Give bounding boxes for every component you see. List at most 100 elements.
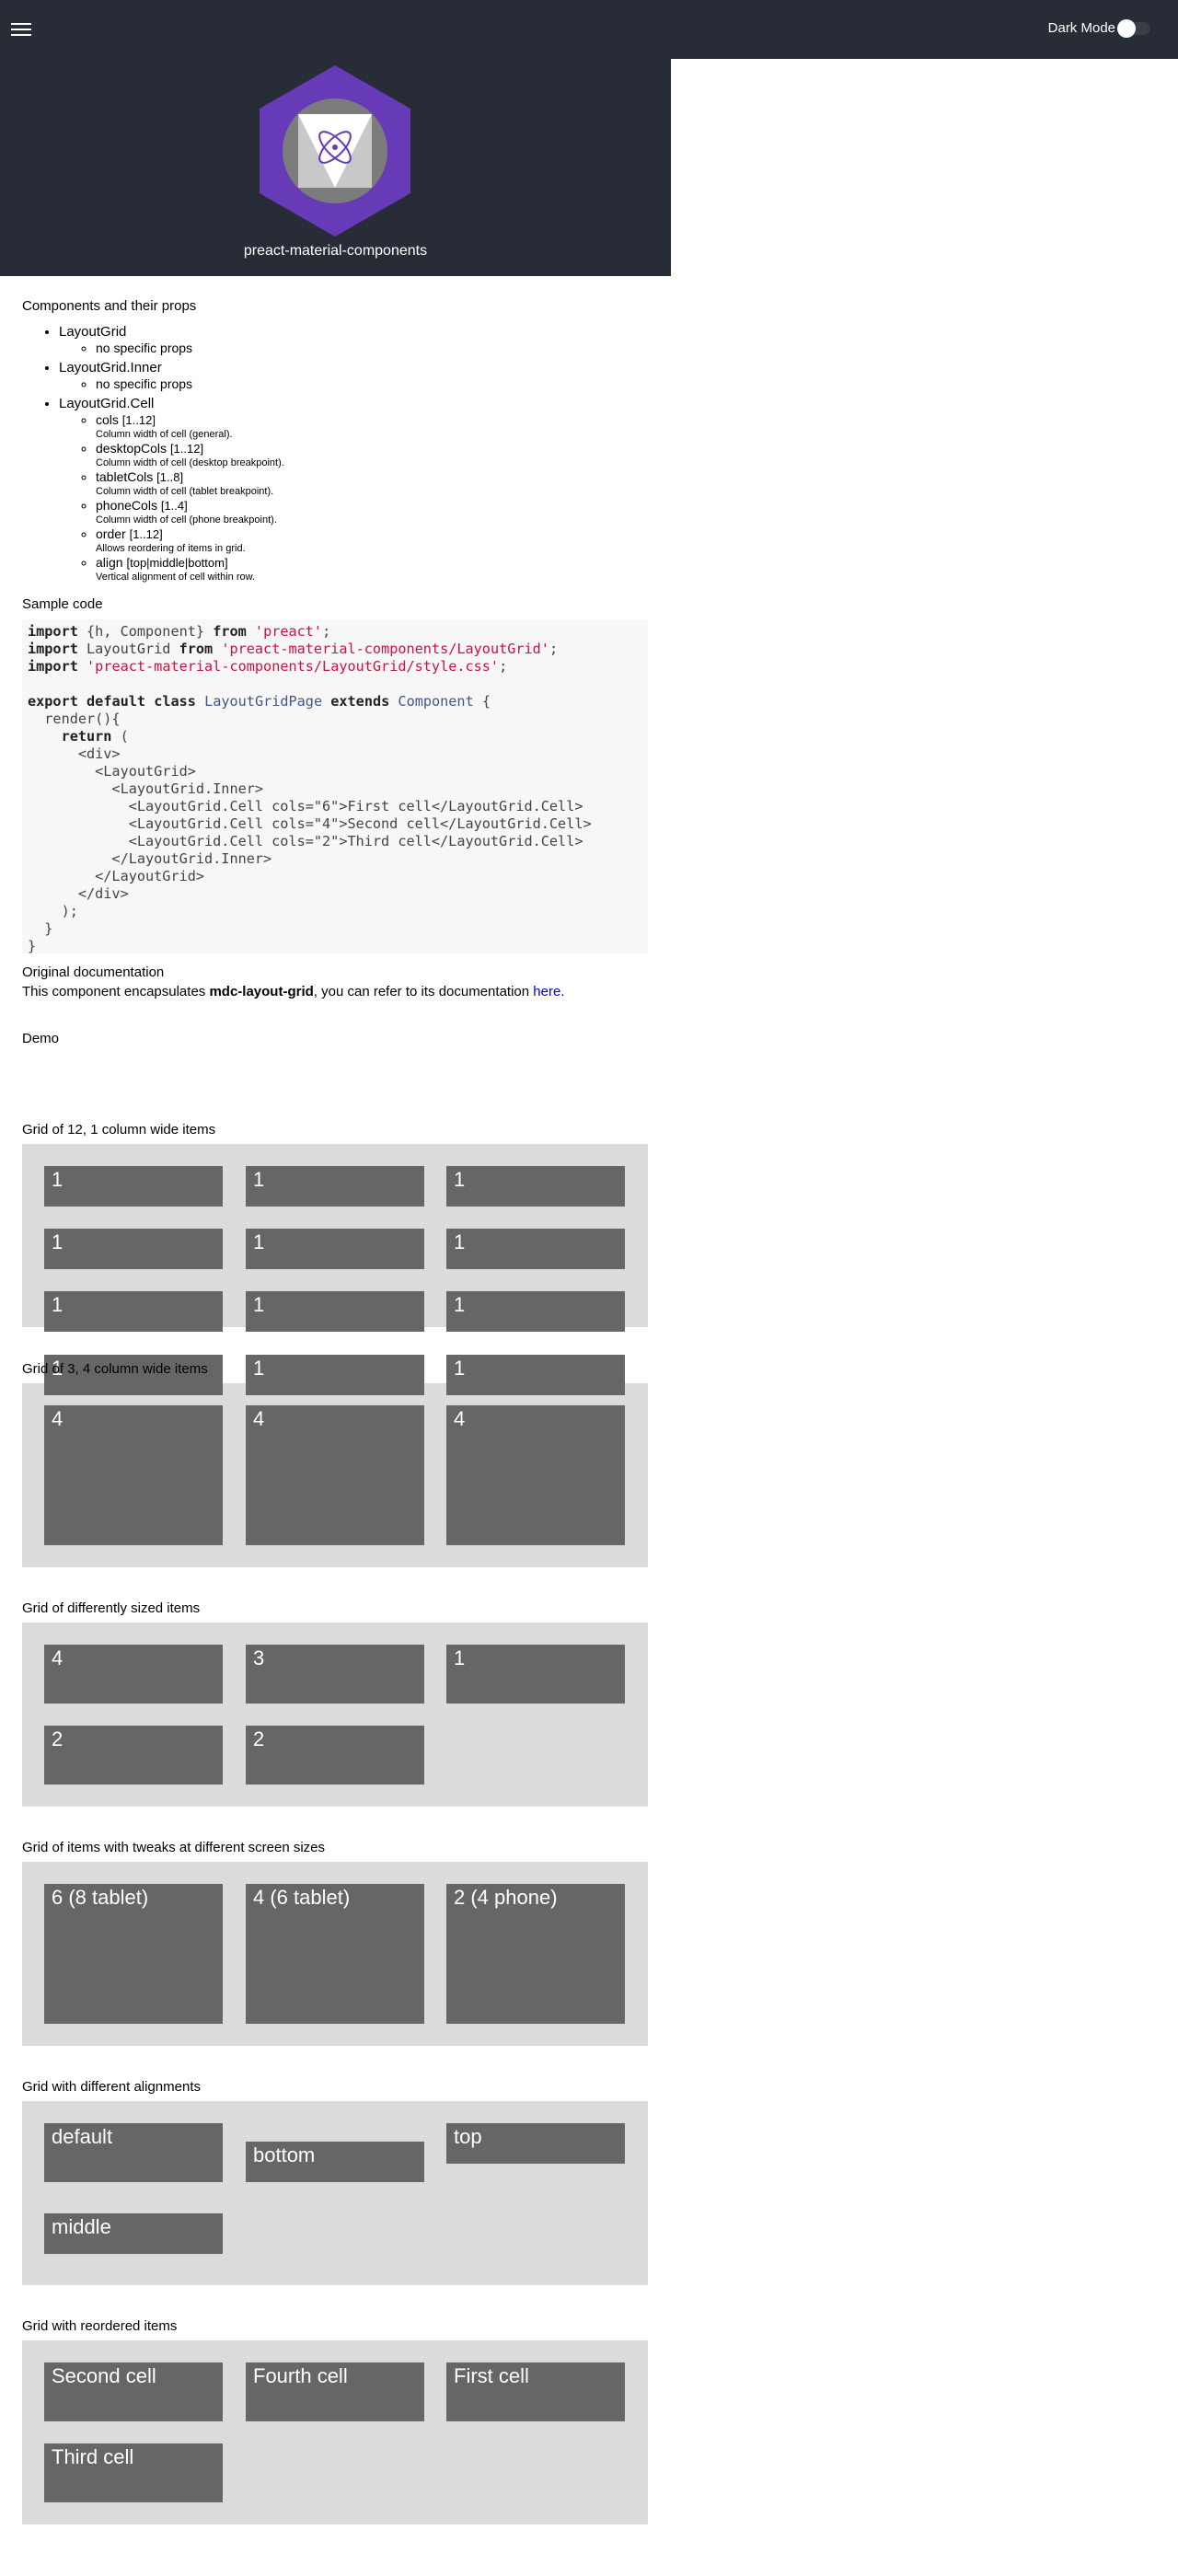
grid-cell: top: [446, 2123, 625, 2164]
code-line: export default class LayoutGridPage exte…: [28, 693, 491, 710]
code-line: <LayoutGrid.Inner>: [28, 780, 264, 797]
prop-item: cols [1..12] Column width of cell (genera…: [96, 412, 648, 441]
grid-cell: 1: [446, 1355, 625, 1395]
code-line: <LayoutGrid.Cell cols="2">Third cell</La…: [28, 833, 583, 849]
prop-item: phoneCols [1..4]Column width of cell (ph…: [96, 498, 648, 526]
grid-label: Grid of 12, 1 column wide items: [22, 1122, 216, 1138]
code-line: import {h, Component} from 'preact';: [28, 623, 331, 640]
top-app-bar: Dark Mode: [0, 0, 1178, 59]
prop-item: desktopCols [1..12]Column width of cell …: [96, 441, 648, 469]
prop-range: [1..12]: [129, 527, 163, 541]
list-item: LayoutGrid.Cell cols [1..12]Column width…: [59, 395, 648, 583]
prop-name: tabletCols: [96, 469, 154, 484]
grid-cell: 1: [446, 1291, 625, 1332]
doc-end: .: [560, 984, 565, 999]
grid-cell: 1: [246, 1291, 424, 1332]
code-line: import 'preact-material-components/Layou…: [28, 658, 508, 675]
doc-text-before: This component encapsulates: [22, 984, 210, 999]
code-line: <LayoutGrid.Cell cols="4">Second cell</L…: [28, 815, 592, 832]
grid-label: Grid with different alignments: [22, 2079, 201, 2095]
doc-bold: mdc-layout-grid: [209, 984, 314, 999]
list-item: LayoutGrid.Inner no specific props: [59, 359, 648, 392]
grid-cell: 4: [44, 1645, 223, 1704]
code-line: import LayoutGrid from 'preact-material-…: [28, 641, 559, 657]
grid-cell: Fourth cell: [246, 2362, 424, 2421]
prop-name: order: [96, 526, 126, 541]
grid-cell: 3: [246, 1645, 424, 1704]
switch-knob[interactable]: [1117, 19, 1136, 38]
grid-cell: 1: [44, 1229, 223, 1269]
grid-cell: 1: [246, 1166, 424, 1207]
preact-material-logo-icon: [260, 65, 410, 237]
dark-mode-switch[interactable]: [1117, 19, 1150, 38]
grid-cell: Third cell: [44, 2443, 223, 2502]
component-name: LayoutGrid.Cell: [59, 396, 155, 411]
prop-description: Allows reordering of items in grid.: [96, 543, 246, 554]
list-item: no specific props: [96, 376, 648, 392]
list-item: no specific props: [96, 341, 648, 356]
prop-item: align [top|middle|bottom] Vertical alignm…: [96, 555, 648, 583]
prop-description: Column width of cell (general).: [96, 429, 233, 440]
main-content: Components and their props LayoutGrid no…: [22, 276, 648, 1046]
grid-cell: First cell: [446, 2362, 625, 2421]
grid-cell: 6 (8 tablet): [44, 1884, 223, 2024]
documentation-link[interactable]: here: [533, 984, 560, 999]
grid-label: Grid with reordered items: [22, 2318, 178, 2334]
sample-code-heading: Sample code: [22, 596, 103, 612]
hero-title: preact-material-components: [243, 243, 428, 259]
prop-description: Column width of cell (desktop breakpoint…: [96, 457, 284, 468]
grid-cell: 2: [44, 1726, 223, 1785]
code-line: <LayoutGrid.Cell cols="6">First cell</La…: [28, 798, 583, 814]
grid-cell: 4 (6 tablet): [246, 1884, 424, 2024]
prop-name: phoneCols: [96, 498, 157, 513]
prop-range: [top|middle|bottom]: [126, 556, 228, 570]
documentation-text: This component encapsulates mdc-layout-g…: [22, 984, 648, 999]
prop-range: [1..12]: [121, 413, 156, 427]
prop-item: tabletCols [1..8] Column width of cell (t…: [96, 469, 648, 498]
code-line: <div>: [28, 745, 121, 762]
code-line: </LayoutGrid>: [28, 868, 205, 884]
component-name: LayoutGrid: [59, 324, 127, 340]
grid-cell: 1: [446, 1229, 625, 1269]
grid-cell: bottom: [246, 2142, 424, 2182]
grid-cell: 1: [44, 1166, 223, 1207]
code-line: );: [28, 903, 78, 919]
grid-cell: 1: [446, 1645, 625, 1704]
prop-description: Column width of cell (tablet breakpoint)…: [96, 486, 274, 497]
code-line: }: [28, 920, 53, 937]
prop-range: [1..4]: [160, 499, 188, 513]
grid-cell: 1: [246, 1355, 424, 1395]
code-block: import {h, Component} from 'preact'; imp…: [22, 619, 648, 953]
grid-cell: default: [44, 2123, 223, 2182]
prop-description: Column width of cell (phone breakpoint).: [96, 514, 277, 526]
list-item: LayoutGrid no specific props: [59, 323, 648, 356]
code-line: }: [28, 938, 37, 953]
prop-item: order [1..12] Allows reordering of items …: [96, 526, 648, 555]
grid-cell: 2: [246, 1726, 424, 1785]
code-line: <LayoutGrid>: [28, 763, 196, 780]
prop-range: [1..12]: [169, 442, 204, 456]
code-line: </LayoutGrid.Inner>: [28, 850, 272, 867]
grid-label: Grid of 3, 4 column wide items: [22, 1361, 208, 1377]
grid-cell: 2 (4 phone): [446, 1884, 625, 2024]
menu-icon[interactable]: [11, 20, 31, 39]
grid-cell: 1: [44, 1291, 223, 1332]
grid-cell: middle: [44, 2213, 223, 2254]
grid-cell: 4: [246, 1405, 424, 1545]
documentation-heading: Original documentation: [22, 965, 165, 980]
doc-text-after: , you can refer to its documentation: [313, 984, 534, 999]
prop-range: [1..8]: [156, 470, 184, 484]
demo-heading: Demo: [22, 1031, 60, 1046]
grid-cell: 4: [446, 1405, 625, 1545]
grid-label: Grid of items with tweaks at different s…: [22, 1840, 326, 1855]
prop-name: desktopCols: [96, 441, 167, 456]
component-name: LayoutGrid.Inner: [59, 360, 162, 375]
components-list: LayoutGrid no specific props LayoutGrid.…: [22, 323, 648, 583]
props-heading: Components and their props: [22, 298, 197, 314]
grid-cell: 4: [44, 1405, 223, 1545]
hero-banner: preact-material-components: [0, 59, 671, 276]
prop-description: Vertical alignment of cell within row.: [96, 572, 256, 583]
grid-cell: 1: [246, 1229, 424, 1269]
code-line: return (: [61, 728, 129, 745]
grid-label: Grid of differently sized items: [22, 1600, 201, 1616]
